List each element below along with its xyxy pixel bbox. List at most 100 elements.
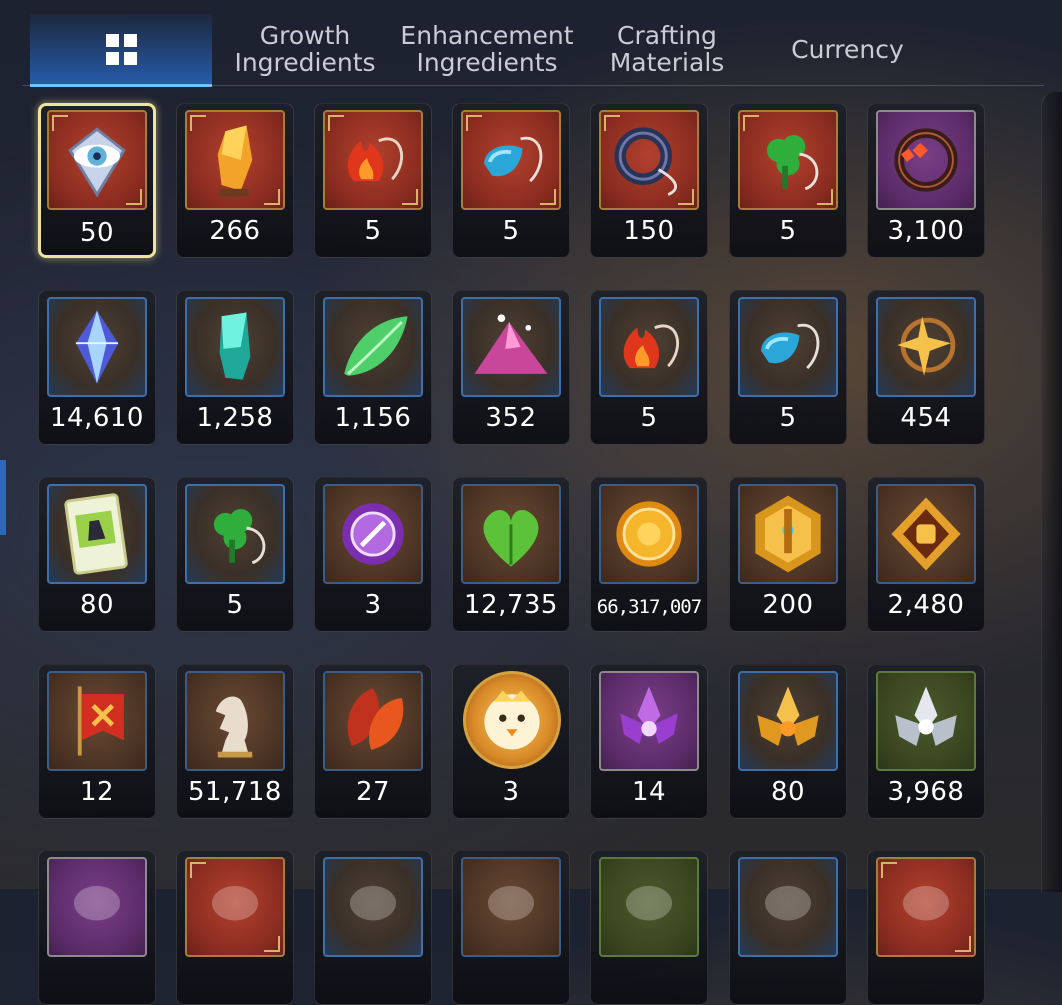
partial-item-icon <box>876 857 976 957</box>
tab-all[interactable] <box>30 14 212 87</box>
inventory-slot[interactable]: 12,735 <box>452 477 570 632</box>
green-leaf-icon <box>323 297 423 397</box>
inventory-slot[interactable]: 66,317,007 <box>590 477 708 632</box>
inventory-slot[interactable]: 5 <box>590 290 708 445</box>
tab-divider <box>22 85 1044 86</box>
costume-card-icon <box>47 484 147 584</box>
purple-lotus-icon <box>599 671 699 771</box>
item-quantity: 150 <box>623 216 675 246</box>
scroll-indicator <box>0 460 6 535</box>
inventory-slot[interactable] <box>729 850 847 1005</box>
fire-pendant-icon <box>323 110 423 210</box>
inventory-slot[interactable]: 3,100 <box>867 103 985 258</box>
item-quantity: 66,317,007 <box>596 596 702 618</box>
grid-icon <box>105 33 137 65</box>
tab-label: Enhancement Ingredients <box>400 21 574 77</box>
item-quantity: 454 <box>900 403 952 433</box>
inventory-slot[interactable]: 12 <box>38 664 156 819</box>
partial-item-icon <box>323 857 423 957</box>
item-quantity: 5 <box>364 216 382 246</box>
partial-item-icon <box>185 857 285 957</box>
item-quantity: 5 <box>779 403 797 433</box>
inventory-slot[interactable]: 454 <box>867 290 985 445</box>
gold-lotus-icon <box>738 671 838 771</box>
purple-badge-icon <box>323 484 423 584</box>
inventory-slot[interactable]: 80 <box>38 477 156 632</box>
inventory-slot[interactable]: 80 <box>729 664 847 819</box>
inventory-slot[interactable]: 5 <box>176 477 294 632</box>
tab-crafting-materials[interactable]: Crafting Materials <box>592 14 742 84</box>
partial-item-icon <box>47 857 147 957</box>
knight-chess-icon <box>185 671 285 771</box>
water-pendant-icon <box>461 110 561 210</box>
item-quantity: 266 <box>209 216 261 246</box>
inventory-slot[interactable] <box>314 850 432 1005</box>
item-quantity: 80 <box>770 777 806 807</box>
star-pendant-icon <box>876 297 976 397</box>
flower-ring-icon <box>876 110 976 210</box>
item-quantity: 12,735 <box>464 590 558 620</box>
inventory-slot[interactable]: 5 <box>729 290 847 445</box>
inventory-slot[interactable]: 2,480 <box>867 477 985 632</box>
item-quantity: 3,968 <box>887 777 965 807</box>
item-quantity: 5 <box>640 403 658 433</box>
inventory-slot[interactable] <box>867 850 985 1005</box>
inventory-slot[interactable]: 5 <box>452 103 570 258</box>
amber-crystal-icon <box>185 110 285 210</box>
tab-enhancement-ingredients[interactable]: Enhancement Ingredients <box>400 14 574 84</box>
fist-emblem-icon <box>876 484 976 584</box>
inventory-slot[interactable] <box>38 850 156 1005</box>
inventory-slot[interactable]: 3 <box>452 664 570 819</box>
item-quantity: 3 <box>364 590 382 620</box>
item-quantity: 1,156 <box>334 403 412 433</box>
item-quantity: 3 <box>502 777 520 807</box>
inventory-slot[interactable] <box>590 850 708 1005</box>
item-quantity: 1,258 <box>196 403 274 433</box>
item-quantity: 200 <box>762 590 814 620</box>
inventory-slot[interactable] <box>176 850 294 1005</box>
inventory-slot[interactable] <box>452 850 570 1005</box>
gold-coin-icon <box>599 484 699 584</box>
item-quantity: 27 <box>355 777 391 807</box>
water-pendant-icon <box>738 297 838 397</box>
chick-portrait-icon <box>463 671 561 769</box>
item-quantity: 5 <box>779 216 797 246</box>
item-quantity: 2,480 <box>887 590 965 620</box>
inventory-slot[interactable]: 14 <box>590 664 708 819</box>
item-quantity: 3,100 <box>887 216 965 246</box>
eye-emblem-icon <box>47 110 147 210</box>
tab-growth-ingredients[interactable]: Growth Ingredients <box>230 14 380 84</box>
inventory-slot[interactable]: 150 <box>590 103 708 258</box>
inventory-slot[interactable]: 3,968 <box>867 664 985 819</box>
tab-currency[interactable]: Currency <box>775 14 920 84</box>
tab-label: Crafting Materials <box>609 21 725 77</box>
inventory-slot[interactable]: 1,156 <box>314 290 432 445</box>
partial-item-icon <box>461 857 561 957</box>
inventory-slot[interactable]: 50 <box>38 103 156 258</box>
partial-item-icon <box>738 857 838 957</box>
inventory-slot[interactable]: 3 <box>314 477 432 632</box>
inventory-slot[interactable]: 352 <box>452 290 570 445</box>
item-quantity: 352 <box>485 403 537 433</box>
category-tab-bar: Growth Ingredients Enhancement Ingredien… <box>30 14 1030 87</box>
inventory-slot[interactable]: 51,718 <box>176 664 294 819</box>
partial-item-icon <box>599 857 699 957</box>
tab-label: Currency <box>791 34 904 64</box>
side-panel-handle[interactable] <box>1041 92 1062 892</box>
item-quantity: 14,610 <box>50 403 144 433</box>
item-quantity: 51,718 <box>188 777 282 807</box>
tab-label: Growth Ingredients <box>234 21 376 77</box>
inventory-slot[interactable]: 1,258 <box>176 290 294 445</box>
green-heart-icon <box>461 484 561 584</box>
item-quantity: 5 <box>226 590 244 620</box>
inventory-slot[interactable]: 266 <box>176 103 294 258</box>
gold-hex-emblem-icon <box>738 484 838 584</box>
autumn-leaf-icon <box>323 671 423 771</box>
inventory-slot[interactable]: 5 <box>729 103 847 258</box>
inventory-slot[interactable]: 5 <box>314 103 432 258</box>
item-quantity: 12 <box>79 777 115 807</box>
inventory-slot[interactable]: 27 <box>314 664 432 819</box>
inventory-slot[interactable]: 14,610 <box>38 290 156 445</box>
banner-flag-icon <box>47 671 147 771</box>
inventory-slot[interactable]: 200 <box>729 477 847 632</box>
